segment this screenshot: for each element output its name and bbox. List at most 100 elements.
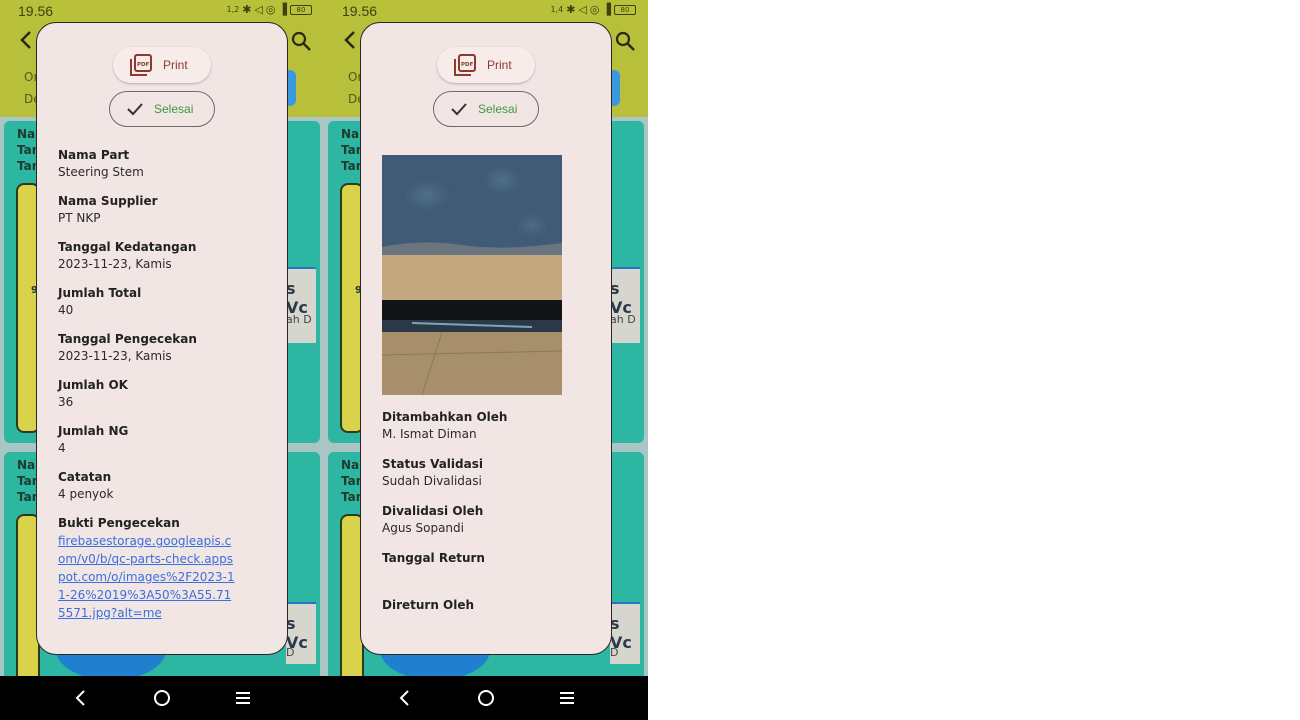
field-tanggal-kedatangan: Tanggal Kedatangan 2023-11-23, Kamis [58, 239, 268, 273]
print-button[interactable]: PDF Print [113, 47, 211, 83]
field-value: 2023-11-23, Kamis [58, 349, 172, 363]
field-value [382, 567, 592, 584]
card-side-text: D [610, 646, 619, 659]
done-button[interactable]: Selesai [109, 91, 215, 127]
card-side-title: s Vc [286, 279, 308, 317]
card-side-panel: s Vc D [610, 602, 640, 664]
bluetooth-icon: ✱ [566, 3, 576, 16]
pdf-icon: PDF [454, 54, 476, 76]
data-speed-label: 1,2 [226, 5, 240, 14]
back-icon[interactable] [340, 30, 360, 50]
field-bukti-pengecekan: Bukti Pengecekan firebasestorage.googlea… [58, 515, 268, 622]
detail-fields: Nama Part Steering Stem Nama Supplier PT… [58, 147, 268, 634]
field-label: Tanggal Kedatangan [58, 240, 197, 254]
field-catatan: Catatan 4 penyok [58, 469, 268, 503]
done-label: Selesai [478, 102, 518, 116]
signal-icon: ▐ [278, 3, 287, 16]
field-value: Sudah Divalidasi [382, 474, 482, 488]
home-icon[interactable] [475, 687, 497, 709]
card-side-panel: s Vc ah D [286, 267, 316, 343]
field-nama-part: Nama Part Steering Stem [58, 147, 268, 181]
volume-icon: ◁ [578, 3, 587, 16]
status-bar: 19.56 1,2 ✱ ◁ ◎ ▐ 80 [0, 0, 324, 22]
field-direturn-oleh: Direturn Oleh [382, 597, 592, 631]
card-side-text: D [286, 646, 295, 659]
print-button[interactable]: PDF Print [437, 47, 535, 83]
field-label: Direturn Oleh [382, 598, 475, 612]
data-speed-label: 1,4 [550, 5, 564, 14]
signal-icon: ▐ [602, 3, 611, 16]
card-side-panel: s Vc D [286, 602, 316, 664]
card-side-title: s Vc [610, 279, 632, 317]
print-label: Print [487, 58, 512, 72]
field-jumlah-total: Jumlah Total 40 [58, 285, 268, 319]
evidence-photo [382, 155, 562, 395]
recents-icon[interactable] [556, 687, 578, 709]
field-label: Jumlah Total [58, 286, 142, 300]
field-nama-supplier: Nama Supplier PT NKP [58, 193, 268, 227]
detail-fields: Ditambahkan Oleh M. Ismat Diman Status V… [382, 409, 592, 644]
check-icon [127, 103, 143, 116]
card-side-text: ah D [610, 313, 636, 326]
svg-text:PDF: PDF [137, 62, 150, 68]
field-tanggal-return: Tanggal Return [382, 550, 592, 584]
evidence-link[interactable]: firebasestorage.googleapis.com/v0/b/qc-p… [58, 532, 238, 622]
print-label: Print [163, 58, 188, 72]
field-value [382, 614, 592, 631]
search-icon[interactable] [614, 30, 636, 52]
detail-dialog: PDF Print Selesai Nama Part Steering Ste… [36, 22, 288, 655]
field-value: 40 [58, 303, 74, 317]
field-ditambahkan-oleh: Ditambahkan Oleh M. Ismat Diman [382, 409, 592, 443]
field-label: Catatan [58, 470, 112, 484]
bluetooth-icon: ✱ [242, 3, 252, 16]
search-icon[interactable] [290, 30, 312, 52]
wifi-icon: ◎ [589, 3, 600, 16]
back-icon[interactable] [70, 687, 92, 709]
detail-dialog: PDF Print Selesai Ditambahkan Oleh M. Is… [360, 22, 612, 655]
battery-icon: 80 [290, 4, 312, 15]
back-icon[interactable] [16, 30, 36, 50]
system-nav-bar [324, 676, 648, 720]
recents-icon[interactable] [232, 687, 254, 709]
system-nav-bar [0, 676, 324, 720]
card-side-text: ah D [286, 313, 312, 326]
field-status-validasi: Status Validasi Sudah Divalidasi [382, 456, 592, 490]
field-divalidasi-oleh: Divalidasi Oleh Agus Sopandi [382, 503, 592, 537]
phone-screen-right: 19.56 1,4 ✱ ◁ ◎ ▐ 80 Or De Nam Tan Tan 9… [324, 0, 648, 720]
status-bar: 19.56 1,4 ✱ ◁ ◎ ▐ 80 [324, 0, 648, 22]
status-time: 19.56 [342, 3, 378, 19]
phone-screen-left: 19.56 1,2 ✱ ◁ ◎ ▐ 80 Or De Nam Tan Tan 9… [0, 0, 324, 720]
wifi-icon: ◎ [265, 3, 276, 16]
field-value: 4 penyok [58, 487, 114, 501]
back-icon[interactable] [394, 687, 416, 709]
field-jumlah-ok: Jumlah OK 36 [58, 377, 268, 411]
home-icon[interactable] [151, 687, 173, 709]
status-icons: 1,4 ✱ ◁ ◎ ▐ 80 [550, 3, 636, 16]
field-value: 36 [58, 395, 74, 409]
status-time: 19.56 [18, 3, 54, 19]
field-label: Nama Supplier [58, 194, 158, 208]
pdf-icon: PDF [130, 54, 152, 76]
volume-icon: ◁ [254, 3, 263, 16]
field-tanggal-pengecekan: Tanggal Pengecekan 2023-11-23, Kamis [58, 331, 268, 365]
field-value: 2023-11-23, Kamis [58, 257, 172, 271]
field-value: 4 [58, 441, 66, 455]
field-jumlah-ng: Jumlah NG 4 [58, 423, 268, 457]
field-label: Bukti Pengecekan [58, 516, 180, 530]
done-button[interactable]: Selesai [433, 91, 539, 127]
field-label: Ditambahkan Oleh [382, 410, 508, 424]
field-value: Agus Sopandi [382, 521, 464, 535]
field-label: Tanggal Pengecekan [58, 332, 197, 346]
card-side-panel: s Vc ah D [610, 267, 640, 343]
check-icon [451, 103, 467, 116]
svg-text:PDF: PDF [461, 62, 474, 68]
field-label: Jumlah NG [58, 424, 129, 438]
field-value: PT NKP [58, 211, 101, 225]
field-value: M. Ismat Diman [382, 427, 477, 441]
field-label: Jumlah OK [58, 378, 128, 392]
field-label: Status Validasi [382, 457, 483, 471]
field-value: Steering Stem [58, 165, 144, 179]
status-icons: 1,2 ✱ ◁ ◎ ▐ 80 [226, 3, 312, 16]
done-label: Selesai [154, 102, 194, 116]
field-label: Tanggal Return [382, 551, 485, 565]
